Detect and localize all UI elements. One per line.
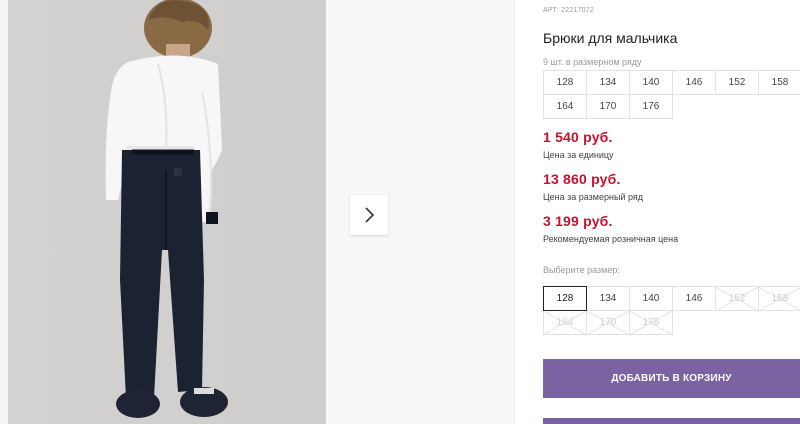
vertical-divider bbox=[514, 0, 515, 424]
add-to-cart-button[interactable]: ДОБАВИТЬ В КОРЗИНУ bbox=[543, 359, 800, 398]
size-row-item: 170 bbox=[586, 94, 630, 119]
size-row-item: 152 bbox=[715, 70, 759, 95]
size-row-item: 176 bbox=[629, 94, 673, 119]
unit-price: 1 540 руб. bbox=[543, 129, 613, 145]
size-row-grid: 128 134 140 146 152 158 164 170 176 bbox=[543, 70, 800, 119]
boy-in-trousers-illustration bbox=[8, 0, 326, 424]
size-option-selected[interactable]: 128 bbox=[543, 286, 587, 311]
size-option-unavailable: 158 bbox=[758, 286, 800, 311]
size-option[interactable]: 146 bbox=[672, 286, 716, 311]
size-row-item: 146 bbox=[672, 70, 716, 95]
size-row-item: 134 bbox=[586, 70, 630, 95]
size-row-item: 140 bbox=[629, 70, 673, 95]
size-row-item: 158 bbox=[758, 70, 800, 95]
secondary-action-button[interactable] bbox=[543, 418, 800, 424]
unit-price-label: Цена за единицу bbox=[543, 150, 614, 160]
size-option-unavailable: 170 bbox=[586, 310, 630, 335]
choose-size-label: Выберите размер: bbox=[543, 265, 620, 275]
size-row-item: 164 bbox=[543, 94, 587, 119]
size-picker-grid: 128 134 140 146 152 158 164 170 176 bbox=[543, 286, 800, 335]
size-row-count: 9 шт. в размерном ряду bbox=[543, 57, 642, 67]
row-price-label: Цена за размерный ряд bbox=[543, 192, 644, 202]
size-option-unavailable: 152 bbox=[715, 286, 759, 311]
size-option[interactable]: 134 bbox=[586, 286, 630, 311]
row-price: 13 860 руб. bbox=[543, 171, 621, 187]
retail-price: 3 199 руб. bbox=[543, 213, 613, 229]
product-title: Брюки для мальчика bbox=[543, 30, 678, 46]
product-gallery bbox=[0, 0, 514, 424]
size-option-unavailable: 164 bbox=[543, 310, 587, 335]
size-option[interactable]: 140 bbox=[629, 286, 673, 311]
size-row-item: 128 bbox=[543, 70, 587, 95]
gallery-next-button[interactable] bbox=[350, 195, 388, 235]
chevron-right-icon bbox=[365, 207, 375, 223]
retail-price-label: Рекомендуемая розничная цена bbox=[543, 234, 679, 244]
article-number: АРТ: 22217072 bbox=[543, 7, 594, 14]
size-option-unavailable: 176 bbox=[629, 310, 673, 335]
product-photo[interactable] bbox=[8, 0, 326, 424]
